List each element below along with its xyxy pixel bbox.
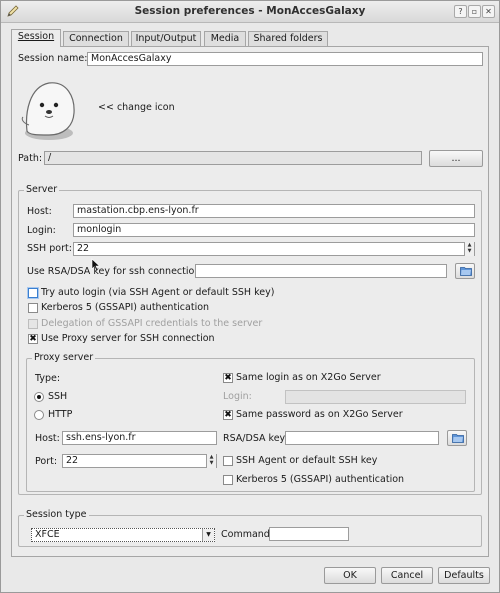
proxy-group-title: Proxy server [32, 352, 96, 363]
session-name-input[interactable]: MonAccesGalaxy [87, 52, 483, 66]
server-login-label: Login: [27, 225, 56, 236]
kerberos-checkbox[interactable] [28, 303, 38, 313]
defaults-button-label: Defaults [444, 570, 484, 581]
try-auto-login-checkbox[interactable] [28, 288, 38, 298]
proxy-port-stepper[interactable]: ▲ ▼ [206, 454, 216, 468]
proxy-login-input [285, 390, 466, 404]
delegation-checkbox [28, 319, 38, 329]
same-password-label: Same password as on X2Go Server [236, 409, 403, 420]
cancel-button-label: Cancel [390, 570, 424, 581]
title-bar: Session preferences - MonAccesGalaxy ? ▫… [1, 1, 499, 23]
session-type-selected: XFCE [35, 529, 60, 540]
proxy-kerberos-checkbox[interactable] [223, 475, 233, 485]
proxy-type-ssh-radio[interactable] [34, 392, 44, 402]
radio-selected-dot [37, 395, 41, 399]
session-name-label: Session name: [18, 53, 88, 64]
proxy-rsa-input[interactable] [285, 431, 439, 445]
proxy-rsa-browse-button[interactable] [447, 430, 467, 446]
proxy-type-label: Type: [35, 373, 61, 384]
proxy-host-input[interactable]: ssh.ens-lyon.fr [62, 431, 217, 445]
tab-input-output[interactable]: Input/Output [131, 31, 201, 46]
rsa-key-input[interactable] [195, 264, 447, 278]
path-label: Path: [18, 153, 43, 164]
proxy-rsa-label: RSA/DSA key: [223, 433, 288, 444]
tab-session-label: Session [17, 31, 55, 42]
proxy-type-http-label: HTTP [48, 409, 73, 420]
session-type-group-title: Session type [24, 509, 89, 520]
server-group-title: Server [24, 184, 60, 195]
ssh-port-stepper[interactable]: ▲ ▼ [464, 242, 474, 256]
maximize-icon[interactable]: ▫ [468, 5, 481, 18]
proxy-port-label: Port: [35, 456, 58, 467]
proxy-port-input[interactable]: 22 [62, 454, 217, 468]
proxy-type-http-radio[interactable] [34, 410, 44, 420]
server-host-input[interactable]: mastation.cbp.ens-lyon.fr [73, 204, 475, 218]
folder-open-icon [460, 266, 472, 279]
chevron-down-icon: ▼ [202, 529, 214, 541]
proxy-login-label: Login: [223, 391, 252, 402]
spin-down-icon[interactable]: ▼ [465, 248, 474, 254]
server-login-input[interactable]: monlogin [73, 223, 475, 237]
window-title: Session preferences - MonAccesGalaxy [134, 5, 366, 17]
change-icon-label[interactable]: << change icon [98, 102, 175, 113]
spin-down-icon[interactable]: ▼ [207, 460, 216, 466]
try-auto-login-label: Try auto login (via SSH Agent or default… [41, 287, 275, 298]
same-password-checkbox[interactable]: ✖ [223, 410, 233, 420]
session-icon[interactable] [19, 73, 81, 143]
proxy-type-ssh-label: SSH [48, 391, 68, 402]
tab-shared-folders[interactable]: Shared folders [248, 31, 328, 46]
same-login-label: Same login as on X2Go Server [236, 372, 381, 383]
browse-path-button[interactable]: ... [429, 150, 483, 167]
defaults-button[interactable]: Defaults [438, 567, 490, 584]
ssh-agent-label: SSH Agent or default SSH key [236, 455, 378, 466]
cancel-button[interactable]: Cancel [381, 567, 433, 584]
command-label: Command: [221, 529, 274, 540]
tab-media[interactable]: Media [204, 31, 246, 46]
preferences-window: Session preferences - MonAccesGalaxy ? ▫… [0, 0, 500, 593]
proxy-host-label: Host: [35, 433, 60, 444]
same-login-checkbox[interactable]: ✖ [223, 373, 233, 383]
ok-button-label: OK [343, 570, 357, 581]
session-type-select[interactable]: XFCE ▼ [31, 528, 215, 542]
tab-session[interactable]: Session [11, 29, 61, 47]
path-input[interactable]: / [44, 151, 422, 165]
close-icon[interactable]: ✕ [482, 5, 495, 18]
kerberos-label: Kerberos 5 (GSSAPI) authentication [41, 302, 210, 313]
ssh-port-label: SSH port: [27, 243, 72, 254]
rsa-key-label: Use RSA/DSA key for ssh connection: [27, 266, 204, 277]
delegation-label: Delegation of GSSAPI credentials to the … [41, 318, 263, 329]
folder-open-icon [452, 433, 464, 446]
tab-connection[interactable]: Connection [63, 31, 129, 46]
command-input[interactable] [269, 527, 349, 541]
ssh-port-input[interactable]: 22 [73, 242, 475, 256]
rsa-key-browse-button[interactable] [455, 263, 475, 279]
help-icon[interactable]: ? [454, 5, 467, 18]
use-proxy-checkbox[interactable]: ✖ [28, 334, 38, 344]
server-host-label: Host: [27, 206, 52, 217]
ok-button[interactable]: OK [324, 567, 376, 584]
ssh-agent-checkbox[interactable] [223, 456, 233, 466]
proxy-kerberos-label: Kerberos 5 (GSSAPI) authentication [236, 474, 405, 485]
use-proxy-label: Use Proxy server for SSH connection [41, 333, 215, 344]
